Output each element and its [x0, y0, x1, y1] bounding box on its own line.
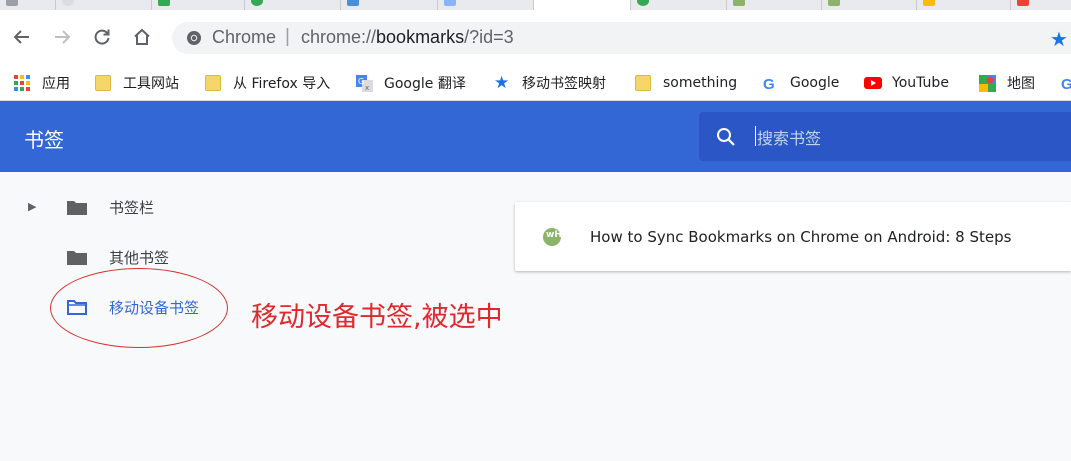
svg-text:G: G: [1061, 76, 1071, 91]
bookmark-list-card: wH How to Sync Bookmarks on Chrome on An…: [515, 202, 1071, 271]
tab-favicon: [158, 0, 170, 6]
bookmark-folder-firefox-import[interactable]: 从 Firefox 导入: [205, 66, 330, 100]
tab[interactable]: [917, 0, 1011, 10]
bookmark-star-icon[interactable]: ★: [1050, 27, 1068, 51]
home-icon: [134, 28, 150, 45]
bookmark-apps[interactable]: 应用: [14, 66, 70, 100]
tab[interactable]: [631, 0, 727, 10]
bookmark-label: 移动书签映射: [522, 76, 606, 92]
tab-favicon: [6, 0, 18, 6]
text-cursor: [755, 126, 756, 146]
expand-arrow-icon[interactable]: ▶: [28, 200, 36, 213]
star-icon: ★: [494, 73, 510, 93]
tab[interactable]: [727, 0, 822, 10]
maps-icon: [979, 75, 996, 92]
tab[interactable]: [0, 0, 56, 10]
bookmark-youtube[interactable]: YouTube: [864, 66, 949, 100]
apps-grid-icon: [14, 75, 30, 91]
folder-icon: [67, 201, 87, 215]
tab-favicon: [62, 0, 74, 6]
reload-button[interactable]: [89, 24, 115, 50]
bookmark-label: something: [663, 75, 738, 91]
chrome-icon: [187, 31, 201, 45]
folder-icon: [95, 75, 111, 91]
bookmark-item-title[interactable]: How to Sync Bookmarks on Chrome on Andro…: [590, 228, 1011, 246]
folder-icon: [205, 75, 221, 91]
tab[interactable]: [245, 0, 341, 10]
page-title: 书签: [24, 128, 64, 152]
tab-strip: [0, 0, 1071, 10]
forward-arrow-icon: [55, 30, 71, 44]
tab-favicon: [637, 0, 649, 6]
tab[interactable]: [341, 0, 438, 10]
tab-favicon: [347, 0, 359, 6]
bookmark-google-partial[interactable]: G: [1060, 66, 1071, 100]
bookmark-folder-something[interactable]: something: [635, 66, 737, 100]
svg-text:G: G: [358, 77, 364, 86]
address-url[interactable]: chrome://bookmarks/?id=3: [301, 27, 514, 48]
google-icon: G: [762, 75, 778, 93]
tab-active[interactable]: [534, 0, 631, 10]
reload-icon: [94, 29, 110, 45]
tab[interactable]: [438, 0, 534, 10]
bookmark-label: YouTube: [892, 75, 949, 91]
home-button[interactable]: [129, 24, 155, 50]
address-separator: |: [285, 26, 290, 47]
address-scheme-label: Chrome: [212, 27, 277, 47]
back-arrow-icon: [13, 30, 29, 44]
bookmark-google-translate[interactable]: Gx Google 翻译: [356, 66, 466, 100]
folder-icon: [67, 251, 87, 265]
google-translate-icon: Gx: [356, 75, 373, 92]
tab-favicon: [733, 0, 745, 6]
bookmark-label: 应用: [42, 76, 70, 92]
search-input[interactable]: 搜索书签: [699, 112, 1071, 161]
back-button[interactable]: [9, 24, 35, 50]
annotation-text: 移动设备书签,被选中: [251, 302, 503, 333]
annotation-circle: [50, 268, 228, 348]
bookmark-label: Google: [790, 75, 840, 91]
wikihow-favicon-icon: wH: [543, 228, 562, 246]
forward-button[interactable]: [49, 24, 75, 50]
tab[interactable]: [1011, 0, 1071, 10]
tab-favicon: [1017, 0, 1029, 6]
tab-favicon: [251, 0, 263, 6]
sidebar-item-label: 其他书签: [109, 249, 170, 267]
bookmarks-header: 书签 搜索书签: [0, 101, 1071, 172]
tab-favicon: [828, 0, 840, 6]
bookmark-label: 地图: [1007, 76, 1035, 92]
bookmarks-bar: 应用 工具网站 从 Firefox 导入 Gx Google 翻译 ★ 移动书签…: [0, 66, 1071, 101]
address-bar[interactable]: Chrome | chrome://bookmarks/?id=3 ★: [172, 22, 1071, 54]
bookmark-maps[interactable]: 地图: [979, 66, 1035, 100]
folder-icon: [635, 75, 651, 91]
url-host: bookmarks: [376, 27, 465, 47]
tab[interactable]: [822, 0, 917, 10]
bookmark-folder-tools[interactable]: 工具网站: [95, 66, 179, 100]
bookmark-mobile-mapping[interactable]: ★ 移动书签映射: [494, 66, 606, 100]
url-prefix: chrome://: [301, 27, 377, 47]
search-icon: [717, 128, 735, 146]
bookmark-label: 工具网站: [123, 76, 179, 92]
svg-text:G: G: [763, 76, 775, 91]
sidebar-item-label: 书签栏: [109, 199, 155, 217]
bookmark-label: 从 Firefox 导入: [233, 76, 331, 92]
tab[interactable]: [152, 0, 245, 10]
search-placeholder: 搜索书签: [757, 129, 822, 148]
browser-toolbar: Chrome | chrome://bookmarks/?id=3 ★: [0, 10, 1071, 66]
bookmark-google[interactable]: G Google: [762, 66, 839, 100]
url-suffix: /?id=3: [464, 27, 514, 47]
svg-text:x: x: [365, 84, 369, 92]
google-icon: G: [1060, 75, 1071, 93]
tab-favicon: [923, 0, 935, 6]
bookmark-label: Google 翻译: [384, 76, 466, 92]
tab[interactable]: [56, 0, 152, 10]
tab-favicon: [444, 0, 456, 6]
youtube-icon: [864, 75, 882, 91]
